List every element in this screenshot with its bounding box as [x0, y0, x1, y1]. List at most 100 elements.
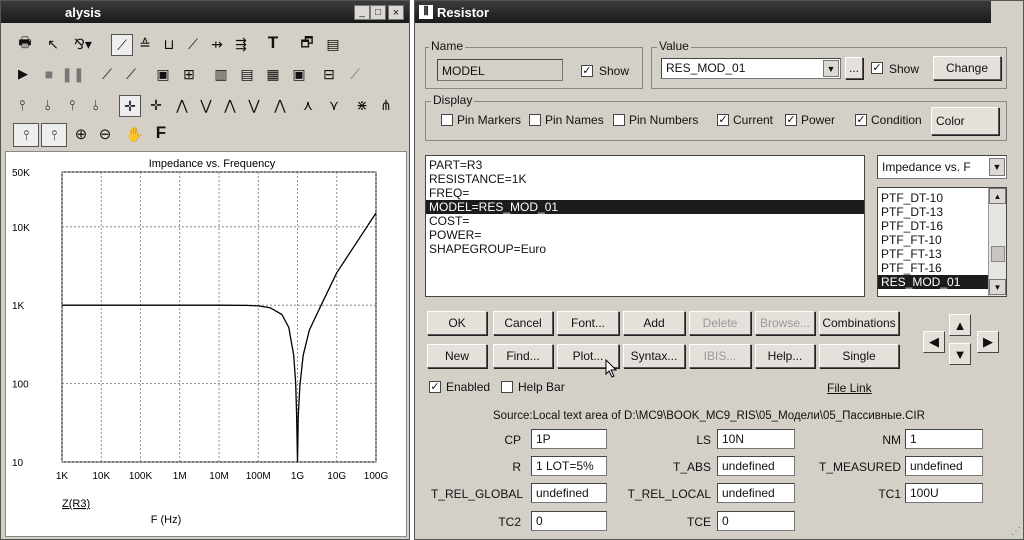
move-left-button[interactable]: ◀: [923, 331, 945, 353]
attribute-item-selected[interactable]: MODEL=RES_MOD_01: [426, 200, 864, 214]
attribute-item[interactable]: RESISTANCE=1K: [426, 172, 864, 186]
ok-button[interactable]: OK: [427, 311, 487, 335]
scroll-thumb[interactable]: [991, 246, 1005, 262]
help-button[interactable]: Help...: [755, 344, 815, 368]
properties-icon[interactable]: 🗗: [297, 34, 317, 54]
peak-valley-icon[interactable]: ⋇: [353, 95, 371, 115]
print-icon[interactable]: 🖶: [15, 34, 35, 54]
stop-icon[interactable]: ■: [41, 64, 57, 84]
cursor-mode-2-icon[interactable]: ⫯: [41, 123, 67, 147]
run-icon[interactable]: ▶: [15, 64, 31, 84]
cancel-button[interactable]: Cancel: [493, 311, 553, 335]
help-bar-checkbox[interactable]: [501, 381, 513, 393]
attribute-list[interactable]: PART=R3 RESISTANCE=1K FREQ= MODEL=RES_MO…: [425, 155, 865, 297]
value-browse-button[interactable]: ...: [845, 57, 863, 79]
low-icon[interactable]: ⫰: [87, 95, 105, 115]
combinations-button[interactable]: Combinations: [819, 311, 899, 335]
current-checkbox[interactable]: ✓: [717, 114, 729, 126]
attribute-item[interactable]: COST=: [426, 214, 864, 228]
zoom-in-icon[interactable]: ⊕: [71, 123, 91, 145]
model-item[interactable]: PTF_FT-13: [878, 247, 989, 261]
power-checkbox[interactable]: ✓: [785, 114, 797, 126]
syntax-button[interactable]: Syntax...: [623, 344, 685, 368]
maximize-plot-icon[interactable]: ▣: [153, 64, 173, 84]
label-icon[interactable]: ≙: [135, 34, 155, 54]
move-up-button[interactable]: ▲: [949, 314, 971, 336]
t-rel-global-field[interactable]: undefined: [531, 483, 607, 503]
nm-field[interactable]: 1: [905, 429, 983, 449]
slope-icon[interactable]: ⟋: [183, 34, 203, 54]
pin-numbers-checkbox[interactable]: [613, 114, 625, 126]
pin-names-checkbox[interactable]: [529, 114, 541, 126]
font-icon[interactable]: F: [151, 122, 171, 144]
grid-icon[interactable]: ⊞: [179, 64, 199, 84]
resize-grip-icon[interactable]: ⋰: [1011, 526, 1021, 537]
layout-4-icon[interactable]: ▣: [289, 64, 309, 84]
attribute-item[interactable]: POWER=: [426, 228, 864, 242]
ibis-button[interactable]: IBIS...: [689, 344, 751, 368]
text-icon[interactable]: T: [263, 33, 283, 53]
font-button[interactable]: Font...: [557, 311, 619, 335]
minimize-button[interactable]: _: [354, 5, 370, 20]
linear-x-icon[interactable]: ⟋: [97, 64, 117, 84]
new-button[interactable]: New: [427, 344, 487, 368]
scale-icon[interactable]: ⟋: [111, 34, 133, 56]
model-item[interactable]: PTF_DT-13: [878, 205, 989, 219]
color-button[interactable]: Color: [931, 107, 999, 135]
maximize-button[interactable]: □: [370, 5, 386, 20]
tc1-field[interactable]: 100U: [905, 483, 983, 503]
t-rel-local-field[interactable]: undefined: [717, 483, 795, 503]
cursor-right-icon[interactable]: ✛: [147, 95, 165, 115]
attribute-item[interactable]: SHAPEGROUP=Euro: [426, 242, 864, 256]
numeric-output-icon[interactable]: ▤: [323, 34, 343, 54]
browse-button[interactable]: Browse...: [755, 311, 815, 335]
attribute-item[interactable]: FREQ=: [426, 186, 864, 200]
pause-icon[interactable]: ❚❚: [61, 64, 84, 84]
global-low-icon[interactable]: ⋀: [221, 95, 239, 115]
series-label[interactable]: Z(R3): [62, 498, 90, 510]
move-down-button[interactable]: ▼: [949, 343, 971, 365]
value-dropdown-button[interactable]: ▼: [823, 60, 839, 77]
condition-checkbox[interactable]: ✓: [855, 114, 867, 126]
change-button[interactable]: Change: [933, 56, 1001, 80]
layout-3-icon[interactable]: ▦: [263, 64, 283, 84]
t-measured-field[interactable]: undefined: [905, 456, 983, 476]
t-abs-field[interactable]: undefined: [717, 456, 795, 476]
tag-vertical-icon[interactable]: ⇶: [231, 34, 251, 54]
scroll-down-arrow[interactable]: ▼: [989, 279, 1006, 295]
tag-horizontal-icon[interactable]: ⇸: [207, 34, 227, 54]
close-button[interactable]: ×: [388, 5, 404, 20]
enabled-checkbox[interactable]: ✓: [429, 381, 441, 393]
slope-cursor-icon[interactable]: ⋏: [299, 95, 317, 115]
tc2-field[interactable]: 0: [531, 511, 607, 531]
cp-field[interactable]: 1P: [531, 429, 607, 449]
find-button[interactable]: Find...: [493, 344, 553, 368]
model-item[interactable]: PTF_FT-10: [878, 233, 989, 247]
tce-field[interactable]: 0: [717, 511, 795, 531]
curve-icon[interactable]: ⟋: [345, 64, 365, 84]
delete-button[interactable]: Delete: [689, 311, 751, 335]
tag-icon[interactable]: ⊔: [159, 34, 179, 54]
model-item-selected[interactable]: RES_MOD_01: [878, 275, 989, 289]
zoom-out-icon[interactable]: ⊖: [95, 123, 115, 145]
attribute-item[interactable]: PART=R3: [426, 158, 864, 172]
cursor-mode-1-icon[interactable]: ⫯: [13, 123, 39, 147]
global-high-icon[interactable]: ⋁: [197, 95, 215, 115]
pin-markers-checkbox[interactable]: [441, 114, 453, 126]
trace-icon[interactable]: ⊟: [319, 64, 339, 84]
value-combobox[interactable]: RES_MOD_01: [661, 58, 841, 79]
select-mode-icon[interactable]: ⅋▾: [69, 34, 97, 54]
layout-1-icon[interactable]: ▥: [211, 64, 231, 84]
peak-icon[interactable]: ⫯: [13, 95, 31, 115]
plot-type-dropdown-button[interactable]: ▼: [989, 158, 1005, 176]
plot-type-select[interactable]: Impedance vs. F: [877, 155, 1007, 179]
valley-icon[interactable]: ⫰: [39, 95, 57, 115]
top-icon[interactable]: ⋁: [245, 95, 263, 115]
add-button[interactable]: Add: [623, 311, 685, 335]
bottom-icon[interactable]: ⋀: [271, 95, 289, 115]
model-list-scrollbar[interactable]: ▲ ▼: [988, 188, 1006, 296]
model-item[interactable]: PTF_DT-10: [878, 191, 989, 205]
file-link[interactable]: File Link: [827, 381, 872, 395]
scroll-up-arrow[interactable]: ▲: [989, 188, 1006, 204]
inflection-icon[interactable]: ⋀: [173, 95, 191, 115]
